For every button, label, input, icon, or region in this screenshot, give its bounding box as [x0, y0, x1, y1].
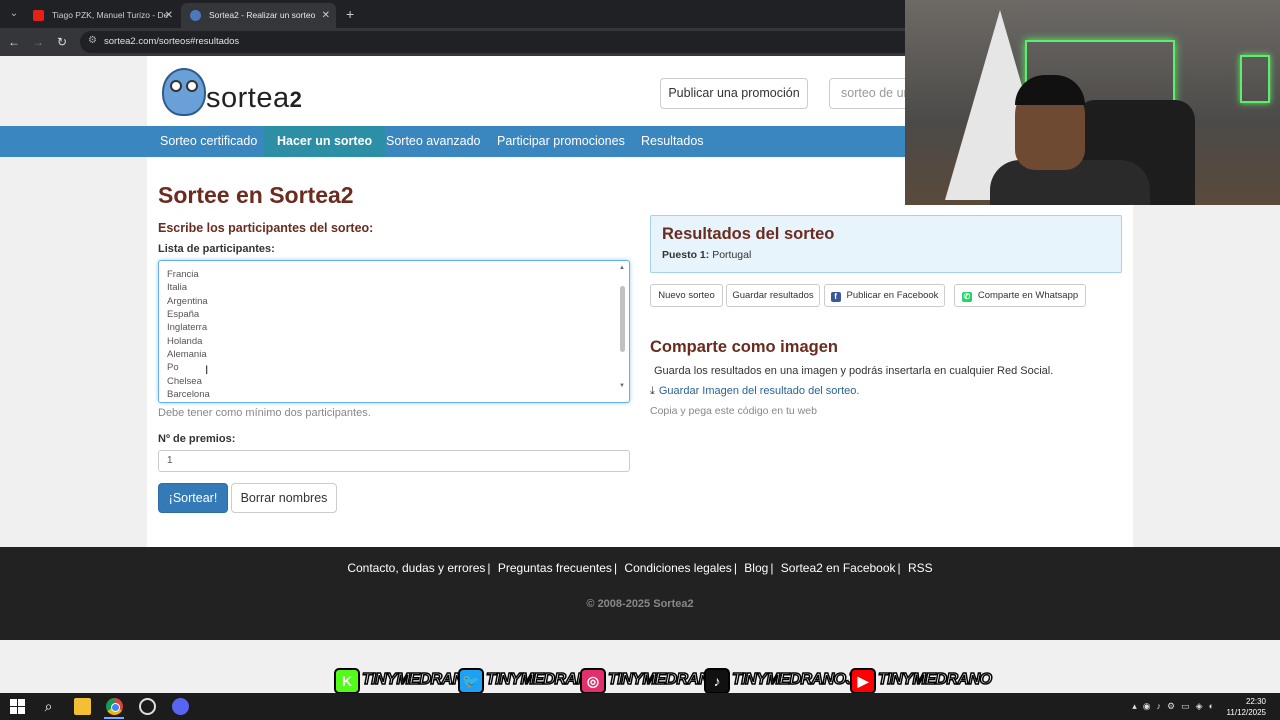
participant-line: Alemania	[167, 349, 207, 360]
footer-link-faq[interactable]: Preguntas frecuentes	[498, 561, 612, 575]
prizes-label: Nº de premios:	[158, 433, 236, 445]
embed-code-note: Copia y pega este código en tu web	[650, 405, 817, 417]
share-image-heading: Comparte como imagen	[650, 338, 838, 356]
results-heading: Resultados del sorteo	[662, 225, 835, 243]
nav-sorteo-avanzado[interactable]: Sorteo avanzado	[373, 126, 494, 157]
youtube-favicon-icon	[33, 10, 44, 21]
facebook-icon: f	[830, 292, 841, 302]
new-draw-button[interactable]: Nuevo sorteo	[650, 284, 723, 307]
participant-line: Barcelona	[167, 389, 210, 400]
min-participants-help: Debe tener como mínimo dos participantes…	[158, 407, 371, 419]
reload-icon[interactable]: ↻	[54, 34, 70, 50]
tiktok-icon: ♪	[704, 668, 730, 693]
new-tab-button[interactable]: +	[346, 4, 354, 24]
neon-k-logo	[1240, 55, 1270, 103]
participant-line: España	[167, 309, 200, 320]
share-description: Guarda los resultados en una imagen y po…	[654, 365, 1054, 377]
close-tab-icon[interactable]: ✕	[165, 3, 173, 28]
copyright: © 2008-2025 Sortea2	[586, 598, 694, 610]
participant-line: Po	[167, 362, 179, 373]
browser-tab-sortea2[interactable]: Sortea2 - Realizar un sorteo ✕	[181, 3, 336, 28]
app-icon[interactable]	[139, 698, 156, 715]
site-info-icon[interactable]: ⚙	[88, 35, 97, 46]
publish-promotion-button[interactable]: Publicar una promoción	[660, 78, 808, 109]
instagram-icon: ◎	[580, 668, 606, 693]
publish-facebook-button[interactable]: f Publicar en Facebook	[824, 284, 945, 307]
page-title: Sortee en Sortea2	[158, 182, 354, 208]
taskbar-clock[interactable]: 22:30 11/12/2025	[1227, 696, 1266, 718]
social-handles-banner: K TINYMEDRANO 🐦 TINYMEDRANO ◎ TINYMEDRANO ♪ TIN…	[334, 666, 993, 693]
nav-hacer-un-sorteo[interactable]: Hacer un sorteo	[264, 126, 386, 157]
footer-link-blog[interactable]: Blog	[744, 561, 768, 575]
results-panel: Resultados del sorteo Puesto 1: Portugal	[650, 215, 1122, 273]
footer-link-rss[interactable]: RSS	[908, 561, 933, 575]
footer-link-legal[interactable]: Condiciones legales	[624, 561, 731, 575]
windows-taskbar: ⌕ ▴◉♪⚙▭◈◐ 22:30 11/12/2025	[0, 693, 1280, 720]
search-icon[interactable]: ⌕	[40, 698, 57, 715]
textarea-scrollbar[interactable]: ▲ ▼	[619, 265, 626, 398]
download-icon: ⤓	[650, 385, 655, 397]
nav-sorteo-certificado[interactable]: Sorteo certificado	[147, 126, 270, 157]
whatsapp-icon: ✆	[961, 292, 972, 302]
save-image-link[interactable]: ⤓ Guardar Imagen del resultado del sorteo…	[650, 385, 859, 398]
twitter-icon: 🐦	[458, 668, 484, 693]
result-line: Puesto 1: Portugal	[662, 249, 752, 261]
logo-text: sortea2	[206, 82, 303, 114]
participant-line: Chelsea	[167, 376, 202, 387]
social-handle-text: TINYMEDRANO	[877, 670, 993, 689]
footer-link-facebook[interactable]: Sortea2 en Facebook	[781, 561, 896, 575]
discord-icon[interactable]	[172, 698, 189, 715]
footer-link-contacto[interactable]: Contacto, dudas y errores	[347, 561, 485, 575]
back-arrow-icon[interactable]: ←	[6, 34, 22, 50]
webcam-overlay	[905, 0, 1280, 205]
system-tray-icons[interactable]: ▴◉♪⚙▭◈◐	[1132, 701, 1220, 712]
youtube-icon: ▶	[850, 668, 876, 693]
forward-arrow-icon[interactable]: →	[30, 34, 46, 50]
form-subtitle: Escribe los participantes del sorteo:	[158, 221, 374, 235]
text-cursor-icon: I	[205, 363, 209, 377]
tab-title: Sortea2 - Realizar un sorteo	[209, 10, 316, 20]
draw-button[interactable]: ¡Sortear!	[158, 483, 228, 513]
footer-links: Contacto, dudas y errores | Preguntas fre…	[347, 561, 933, 575]
participant-line: Italia	[167, 282, 188, 293]
close-tab-icon[interactable]: ✕	[322, 3, 330, 28]
sortea2-favicon-icon	[190, 10, 201, 21]
clear-names-button[interactable]: Borrar nombres	[231, 483, 337, 513]
logo-bird-icon	[162, 68, 206, 116]
chrome-icon[interactable]	[106, 698, 123, 715]
participant-line: Inglaterra	[167, 322, 208, 333]
active-app-indicator	[104, 717, 124, 719]
kick-icon: K	[334, 668, 360, 693]
tab-search-icon[interactable]: ⌄	[6, 6, 22, 22]
participant-line: Francia	[167, 269, 199, 280]
social-handle-text: TINYMEDRANOJR	[731, 670, 866, 689]
participants-textarea[interactable]: Francia Italia Argentina España Inglater…	[158, 260, 630, 403]
site-footer: Contacto, dudas y errores | Preguntas fre…	[0, 547, 1280, 640]
save-results-button[interactable]: Guardar resultados	[726, 284, 820, 307]
file-explorer-icon[interactable]	[74, 698, 91, 715]
tab-title: Tiago PZK, Manuel Turizo - De	[52, 10, 169, 20]
browser-tab-youtube[interactable]: Tiago PZK, Manuel Turizo - De ✕	[24, 3, 179, 28]
sortea2-logo[interactable]: sortea2	[160, 66, 325, 118]
windows-start-icon[interactable]	[9, 698, 26, 715]
participant-line: Argentina	[167, 296, 208, 307]
participant-line: Holanda	[167, 336, 203, 347]
url-text: sortea2.com/sorteos#resultados	[104, 36, 240, 47]
share-whatsapp-button[interactable]: ✆ Comparte en Whatsapp	[954, 284, 1086, 307]
participants-label: Lista de participantes:	[158, 243, 275, 255]
nav-resultados[interactable]: Resultados	[628, 126, 717, 157]
nav-participar-promociones[interactable]: Participar promociones	[484, 126, 638, 157]
prizes-input[interactable]: 1	[158, 450, 630, 472]
